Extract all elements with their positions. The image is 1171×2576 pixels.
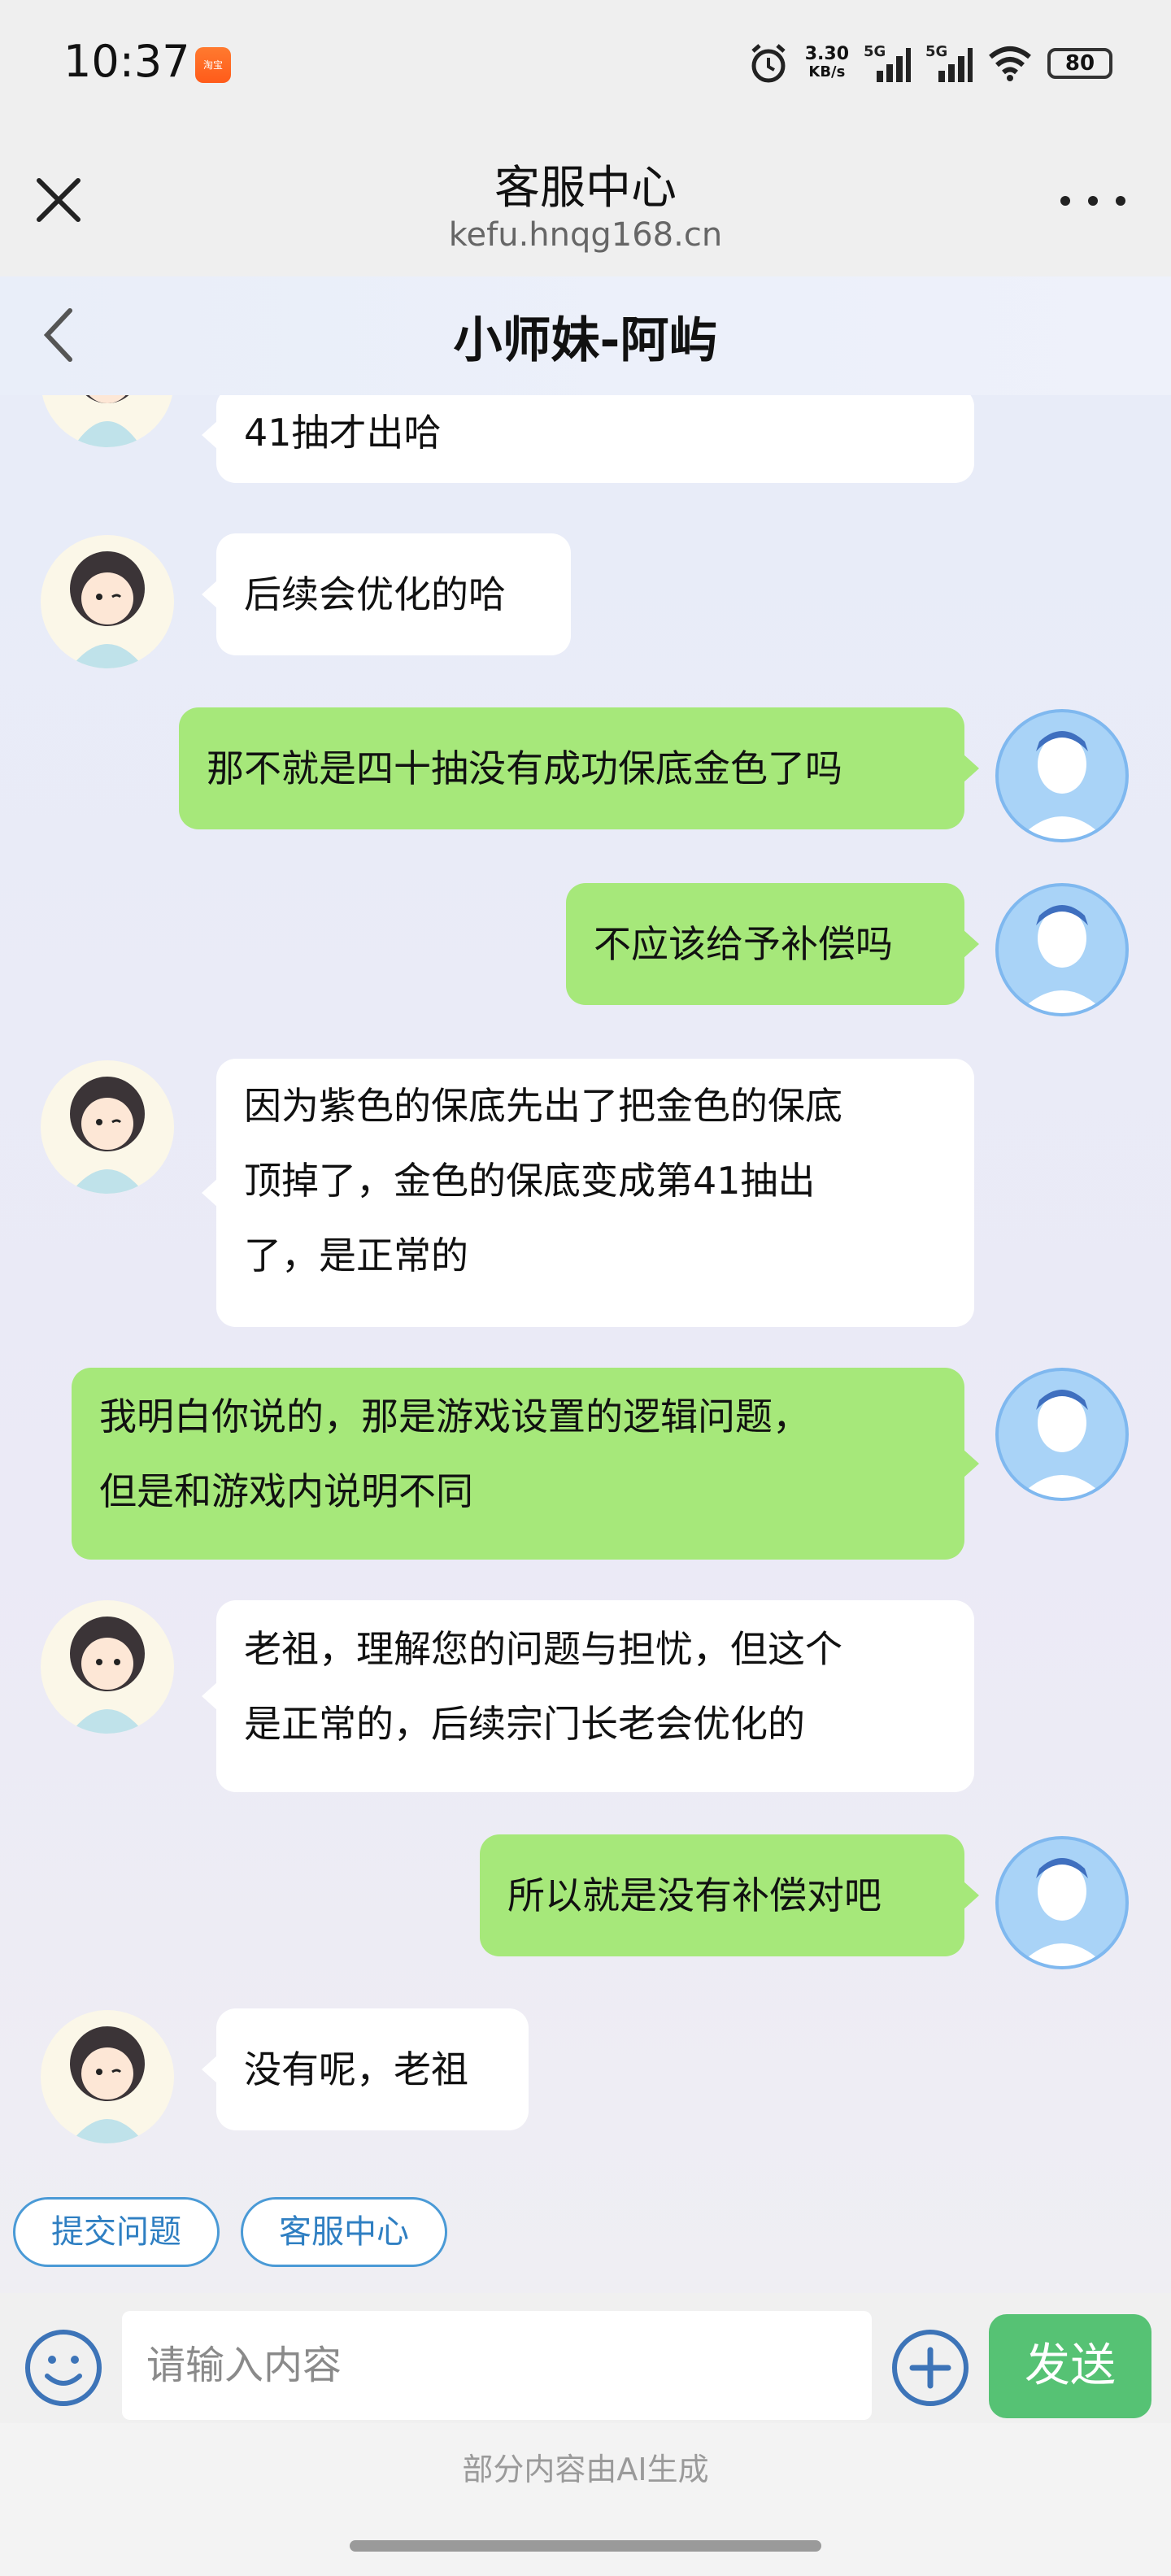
- more-dot-icon: [1116, 196, 1125, 206]
- agent-message-text: 后续会优化的哈: [244, 572, 506, 616]
- agent-avatar-icon: [73, 395, 141, 447]
- agent-avatar-icon: [70, 1077, 145, 1194]
- user-message-line: 但是和游戏内说明不同: [99, 1469, 473, 1513]
- agent-message: 没有呢，老祖: [202, 2008, 529, 2130]
- page-title: 客服中心: [494, 162, 677, 215]
- agent-message-text: 41抽才出哈: [244, 411, 442, 455]
- user-avatar-icon: [1018, 905, 1106, 1013]
- more-dot-icon: [1088, 196, 1098, 206]
- user-avatar: [995, 709, 1129, 842]
- agent-message-line: 了，是正常的: [244, 1234, 468, 1277]
- user-message-text: 那不就是四十抽没有成功保底金色了吗: [207, 746, 842, 790]
- network-speed-value: 3.30: [804, 44, 849, 64]
- home-indicator[interactable]: [350, 2540, 821, 2552]
- user-message-text: 不应该给予补偿吗: [594, 922, 893, 966]
- agent-avatar: [41, 395, 174, 447]
- agent-message: 因为紫色的保底先出了把金色的保底 顶掉了，金色的保底变成第41抽出 了，是正常的: [202, 1059, 974, 1327]
- status-bar: 10:37 淘宝 3.30 KB/s 5G 5G 80: [0, 0, 1171, 130]
- signal2-label: 5G: [925, 43, 947, 60]
- network-speed-unit: KB/s: [808, 63, 846, 80]
- message-input[interactable]: [122, 2311, 872, 2420]
- signal-icon-2: 5G: [925, 43, 973, 82]
- agent-avatar: [41, 2010, 174, 2143]
- page-url: kefu.hnqg168.cn: [448, 216, 723, 254]
- chat-title: 小师妹-阿屿: [453, 312, 718, 369]
- agent-avatar-icon: [70, 551, 145, 668]
- status-time: 10:37: [63, 36, 190, 87]
- emoji-icon[interactable]: [21, 2326, 106, 2410]
- agent-avatar: [41, 1060, 174, 1194]
- signal1-label: 5G: [864, 43, 886, 60]
- more-options-button[interactable]: [1060, 181, 1125, 221]
- agent-avatar-icon: [70, 1617, 145, 1734]
- agent-message: 后续会优化的哈: [202, 533, 571, 655]
- chat-messages[interactable]: 41抽才出哈 后续会优化的哈 那不就是四十抽没有成功保底金色了吗 不应该给予补偿…: [0, 395, 1171, 2293]
- send-button[interactable]: 发送: [989, 2314, 1151, 2418]
- ai-disclaimer: 部分内容由AI生成: [462, 2452, 709, 2487]
- taobao-app-icon: 淘宝: [195, 47, 231, 83]
- service-center-button[interactable]: 客服中心: [241, 2197, 447, 2267]
- more-dot-icon: [1060, 196, 1070, 206]
- user-message: 我明白你说的，那是游戏设置的逻辑问题， 但是和游戏内说明不同: [72, 1368, 979, 1560]
- user-avatar-icon: [1018, 1390, 1106, 1498]
- agent-message-line: 是正常的，后续宗门长老会优化的: [244, 1702, 805, 1746]
- agent-message: 老祖，理解您的问题与担忧，但这个 是正常的，后续宗门长老会优化的: [202, 1600, 974, 1792]
- agent-message-text: 没有呢，老祖: [244, 2047, 468, 2091]
- wifi-icon: [989, 46, 1031, 81]
- agent-message-line: 因为紫色的保底先出了把金色的保底: [244, 1084, 842, 1128]
- battery-icon: 80: [1047, 48, 1112, 79]
- plus-icon[interactable]: [888, 2326, 973, 2410]
- agent-message-line: 老祖，理解您的问题与担忧，但这个: [244, 1627, 842, 1671]
- alarm-icon: [751, 44, 786, 83]
- user-message: 所以就是没有补偿对吧: [480, 1834, 979, 1956]
- agent-message: 41抽才出哈: [202, 395, 974, 483]
- user-avatar: [995, 883, 1129, 1016]
- network-speed: 3.30 KB/s: [805, 46, 849, 81]
- user-message-line: 我明白你说的，那是游戏设置的逻辑问题，: [99, 1395, 810, 1438]
- agent-avatar-icon: [70, 2026, 145, 2143]
- status-icons: 3.30 KB/s 5G 5G 80: [747, 39, 1112, 88]
- agent-avatar: [41, 1600, 174, 1734]
- battery-level: 80: [1064, 51, 1095, 76]
- quick-actions: 提交问题 客服中心: [0, 2187, 1171, 2277]
- user-avatar-icon: [1018, 1858, 1106, 1966]
- user-avatar: [995, 1368, 1129, 1501]
- agent-message-line: 顶掉了，金色的保底变成第41抽出: [244, 1159, 816, 1203]
- user-message: 那不就是四十抽没有成功保底金色了吗: [179, 707, 979, 829]
- signal-icon: 5G: [864, 43, 911, 82]
- user-message-text: 所以就是没有补偿对吧: [507, 1873, 882, 1917]
- agent-avatar: [41, 535, 174, 668]
- user-message: 不应该给予补偿吗: [566, 883, 979, 1005]
- submit-issue-button[interactable]: 提交问题: [13, 2197, 220, 2267]
- user-avatar: [995, 1836, 1129, 1969]
- user-avatar-icon: [1018, 731, 1106, 839]
